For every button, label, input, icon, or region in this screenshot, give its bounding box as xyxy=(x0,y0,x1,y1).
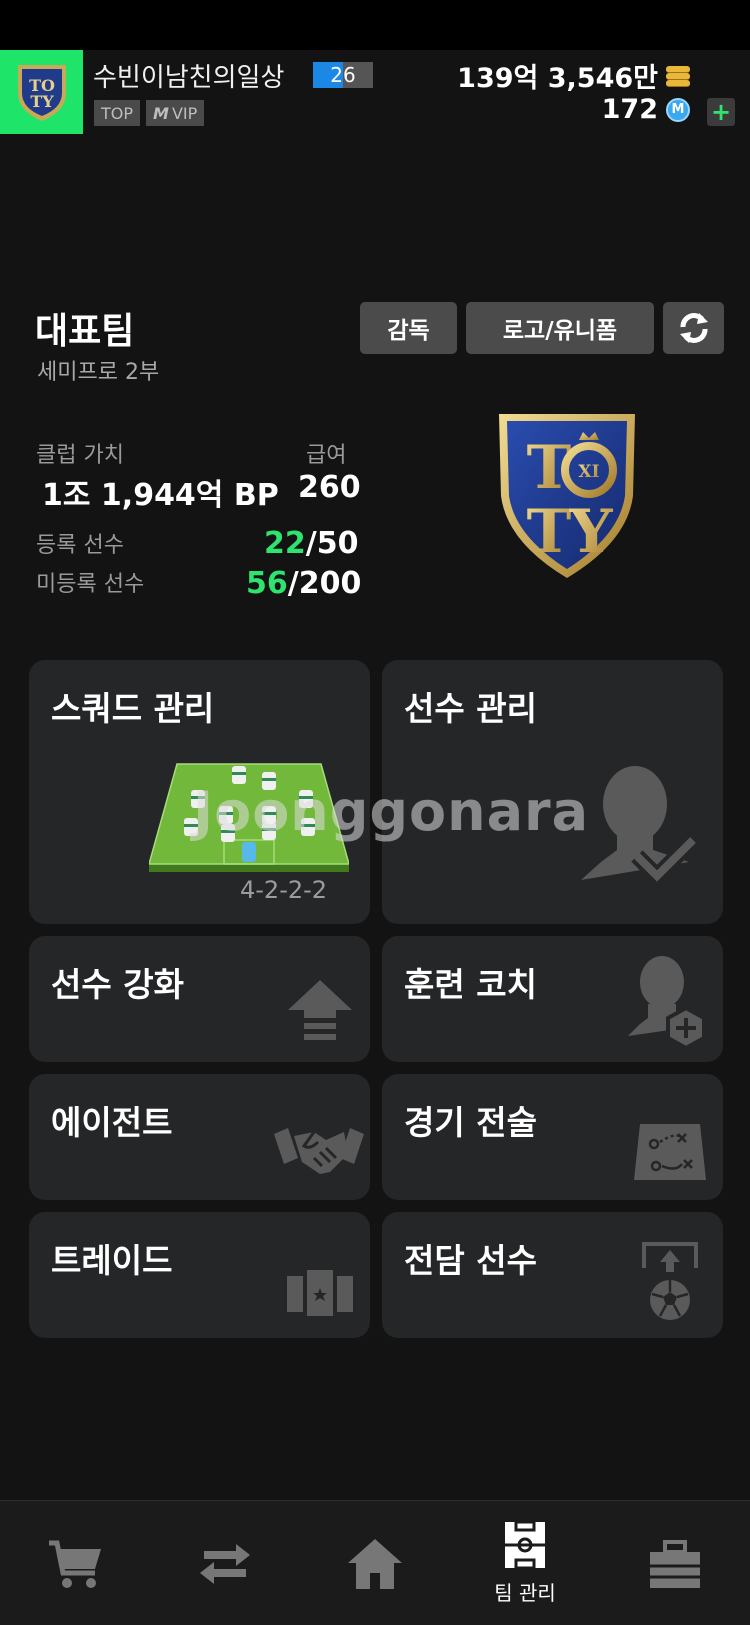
watermark-text: Joonggonara xyxy=(193,780,590,843)
svg-text:Y: Y xyxy=(569,497,614,567)
player-check-icon xyxy=(581,766,699,888)
player-upgrade-card[interactable]: 선수 강화 xyxy=(29,936,370,1062)
salary-label: 급여 xyxy=(306,443,347,468)
unregistered-label: 미등록 선수 xyxy=(36,572,145,597)
nav-team-management[interactable]: 팀 관리 xyxy=(450,1501,600,1625)
logo-uniform-button[interactable]: 로고/유니폼 xyxy=(466,302,654,354)
m-vip-icon: M xyxy=(153,103,169,123)
vip-badge: M VIP xyxy=(146,100,205,126)
nav-shop[interactable] xyxy=(0,1501,150,1625)
upgrade-arrow-icon xyxy=(288,980,352,1040)
trade-ticket-icon xyxy=(287,1270,353,1316)
m-coin-icon: M xyxy=(666,97,690,122)
coach-add-icon xyxy=(628,956,706,1051)
player-management-title: 선수 관리 xyxy=(404,689,537,728)
training-coach-card[interactable]: 훈련 코치 xyxy=(382,936,723,1062)
squad-management-title: 스쿼드 관리 xyxy=(51,689,215,728)
agent-card[interactable]: 에이전트 xyxy=(29,1074,370,1200)
agent-title: 에이전트 xyxy=(51,1103,173,1142)
division-label: 세미프로 2부 xyxy=(37,360,160,385)
home-icon xyxy=(348,1538,402,1589)
refresh-icon xyxy=(679,313,708,343)
handshake-icon xyxy=(274,1128,364,1174)
status-bar xyxy=(0,0,750,50)
club-value: 1조 1,944억 BP xyxy=(42,478,279,513)
unregistered-value: 56/200 xyxy=(246,566,362,601)
match-tactics-title: 경기 전술 xyxy=(404,1103,537,1142)
m-amount: 172 xyxy=(601,94,658,125)
profile-header: TO TY 수빈이남친의일상 26 TOP M VIP 139억 3,546만 1… xyxy=(0,50,750,134)
swap-team-button[interactable] xyxy=(663,302,724,354)
svg-text:XI: XI xyxy=(578,462,599,482)
club-crest-icon: TO TY xyxy=(17,65,66,121)
club-crest-button[interactable]: TO TY xyxy=(0,50,83,134)
m-currency: 172 M xyxy=(602,94,690,125)
formation-label: 4-2-2-2 xyxy=(240,876,328,904)
transfer-arrows-icon xyxy=(200,1543,250,1584)
bp-coin-icon xyxy=(666,65,690,87)
trade-card[interactable]: 트레이드 xyxy=(29,1212,370,1338)
bp-currency: 139억 3,546만 xyxy=(457,56,690,95)
registered-label: 등록 선수 xyxy=(36,533,124,558)
shopping-cart-icon xyxy=(49,1540,101,1588)
player-upgrade-title: 선수 강화 xyxy=(51,965,184,1004)
storage-box-icon xyxy=(650,1539,700,1588)
salary-value: 260 xyxy=(298,470,361,505)
club-value-label: 클럽 가치 xyxy=(36,443,124,468)
svg-text:TY: TY xyxy=(30,92,54,111)
dedicated-player-title: 전담 선수 xyxy=(404,1241,537,1280)
svg-text:T: T xyxy=(527,497,572,567)
nav-transfer[interactable] xyxy=(150,1501,300,1625)
match-tactics-card[interactable]: 경기 전술 xyxy=(382,1074,723,1200)
top-badge: TOP xyxy=(94,100,141,126)
add-currency-button[interactable]: + xyxy=(707,98,735,126)
training-coach-title: 훈련 코치 xyxy=(404,965,537,1004)
team-title: 대표팀 xyxy=(35,311,135,352)
coach-button[interactable]: 감독 xyxy=(360,302,457,354)
dedicated-player-card[interactable]: 전담 선수 xyxy=(382,1212,723,1338)
username: 수빈이남친의일상 xyxy=(93,63,285,93)
nav-inventory[interactable] xyxy=(600,1501,750,1625)
level-badge: 26 xyxy=(313,62,373,88)
trade-title: 트레이드 xyxy=(51,1241,173,1280)
bottom-navigation: 팀 관리 xyxy=(0,1500,750,1625)
nav-home[interactable] xyxy=(300,1501,450,1625)
bp-amount: 139억 3,546만 xyxy=(457,63,658,94)
registered-value: 22/50 xyxy=(264,526,359,561)
nav-team-management-label: 팀 관리 xyxy=(494,1581,556,1605)
team-crest-logo: T XI T Y xyxy=(499,414,635,578)
team-management-icon xyxy=(505,1521,545,1569)
tactics-board-icon xyxy=(634,1124,706,1180)
ball-goal-icon xyxy=(642,1242,698,1320)
